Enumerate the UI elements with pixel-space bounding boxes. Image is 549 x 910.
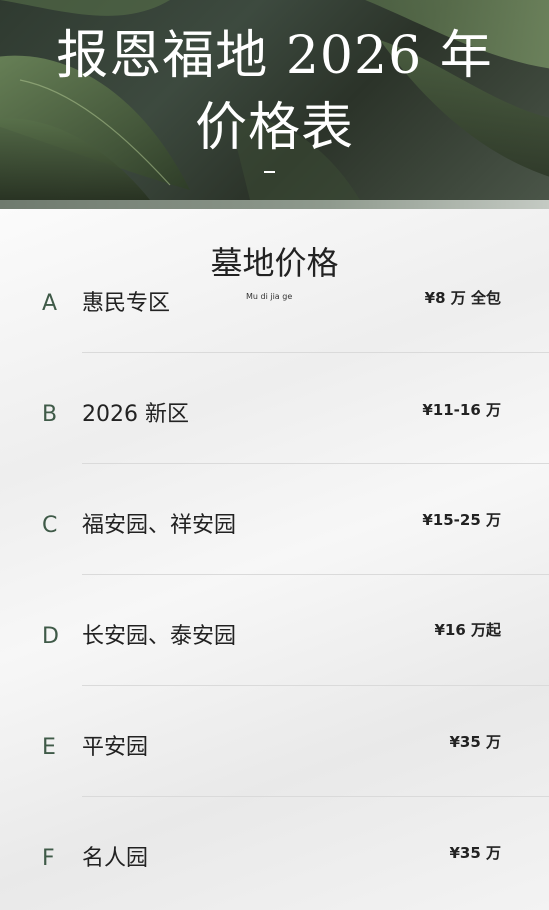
row-name-d: 长安园、泰安园 bbox=[82, 624, 237, 649]
row-price-d: ¥16 万起 bbox=[434, 621, 501, 639]
title-dash-divider bbox=[264, 171, 275, 173]
page-title-line-1: 报恩福地 2026 年 bbox=[56, 26, 493, 86]
row-letter-b: B bbox=[42, 402, 58, 427]
row-letter-d: D bbox=[42, 624, 59, 649]
row-name-e: 平安园 bbox=[82, 735, 149, 760]
row-divider bbox=[82, 796, 549, 797]
row-divider bbox=[82, 574, 549, 575]
row-name-a: 惠民专区 bbox=[82, 291, 171, 316]
row-divider bbox=[82, 352, 549, 353]
page-title-line-2: 价格表 bbox=[194, 98, 354, 158]
row-name-f: 名人园 bbox=[82, 846, 149, 871]
row-letter-a: A bbox=[42, 291, 58, 316]
row-letter-f: F bbox=[42, 846, 55, 871]
row-divider bbox=[82, 463, 549, 464]
section-subtitle: Mu di jia ge bbox=[246, 292, 293, 301]
row-divider bbox=[82, 685, 549, 686]
price-list-page: 报恩福地 2026 年 价格表 墓地价格 Mu di jia ge A 惠民专区… bbox=[0, 0, 549, 910]
row-price-e: ¥35 万 bbox=[449, 733, 501, 751]
row-price-a: ¥8 万 全包 bbox=[424, 289, 501, 307]
section-title: 墓地价格 bbox=[210, 244, 339, 282]
row-price-b: ¥11-16 万 bbox=[422, 401, 501, 419]
row-price-c: ¥15-25 万 bbox=[422, 511, 501, 529]
header-banner: 报恩福地 2026 年 价格表 bbox=[0, 0, 549, 200]
row-name-c: 福安园、祥安园 bbox=[82, 513, 237, 538]
banner-bottom-strip bbox=[0, 200, 549, 209]
row-price-f: ¥35 万 bbox=[449, 844, 501, 862]
row-letter-c: C bbox=[42, 513, 58, 538]
row-name-b: 2026 新区 bbox=[82, 402, 189, 427]
row-letter-e: E bbox=[42, 735, 56, 760]
